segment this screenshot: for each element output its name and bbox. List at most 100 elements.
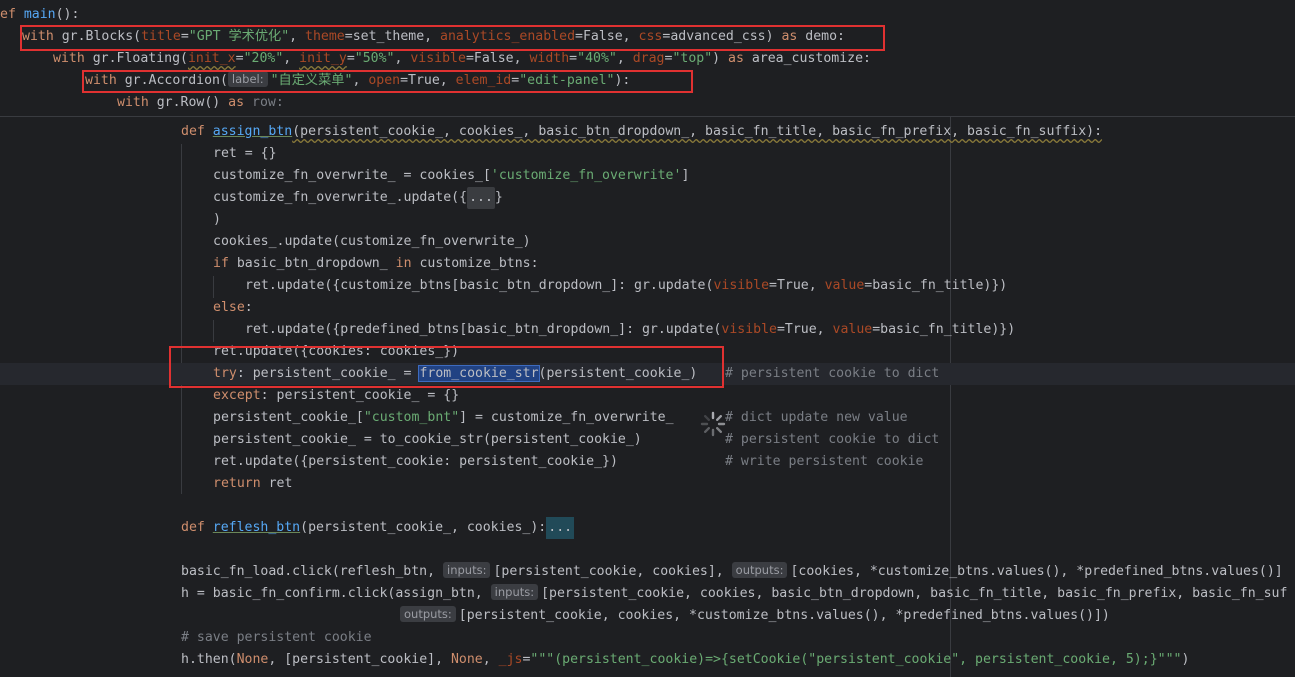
code-line[interactable]: persistent_cookie_ = to_cookie_str(persi…: [213, 429, 1295, 451]
string-literal: "20%": [243, 51, 284, 66]
param-name: visible: [713, 278, 770, 293]
code-line-main[interactable]: ef main():: [0, 4, 1295, 26]
highlight-box-accordion: [82, 70, 693, 93]
code-line[interactable]: ): [213, 209, 1295, 231]
param-name: width: [529, 51, 570, 66]
code-line-comment[interactable]: # save persistent cookie: [181, 627, 1295, 649]
param-name: init_y: [299, 51, 347, 66]
code-text: basic_btn_dropdown_: [228, 256, 396, 271]
code-text: ret = {}: [213, 146, 277, 161]
code-text: [cookies, *customize_btns.values(), *pre…: [790, 564, 1283, 579]
code-text: =True,: [769, 278, 825, 293]
keyword: as: [728, 51, 744, 66]
code-line[interactable]: if basic_btn_dropdown_ in customize_btns…: [213, 253, 1295, 275]
highlight-box-try: [169, 346, 724, 388]
code-line[interactable]: h.then(None, [persistent_cookie], None, …: [181, 649, 1295, 671]
folded-code-region[interactable]: ...: [546, 517, 575, 539]
code-line[interactable]: cookies_.update(customize_fn_overwrite_): [213, 231, 1295, 253]
code-text: ]: [681, 168, 690, 183]
code-text: ,: [394, 51, 411, 66]
code-text: =False,: [465, 51, 530, 66]
code-text: persistent_cookie_ = to_cookie_str(persi…: [213, 432, 642, 447]
code-text: ): [1181, 652, 1190, 667]
keyword: if: [213, 256, 229, 271]
code-line[interactable]: outputs: [persistent_cookie, cookies, *cu…: [400, 605, 1295, 627]
folded-code-region[interactable]: ...: [467, 187, 495, 209]
code-text: }: [494, 190, 503, 205]
indent-guide: [181, 144, 182, 494]
code-text: ,: [482, 652, 499, 667]
code-line-def-assign[interactable]: def assign_btn(persistent_cookie_, cooki…: [181, 121, 1295, 143]
parameter-hint: outputs:: [400, 606, 456, 622]
code-text: [persistent_cookie, cookies, *customize_…: [458, 608, 1110, 623]
code-line[interactable]: ret.update({persistent_cookie: persisten…: [213, 451, 1295, 473]
keyword: with: [117, 95, 149, 110]
param-name: _js: [498, 652, 523, 667]
code-line[interactable]: ret.update({customize_btns[basic_btn_dro…: [245, 275, 1295, 297]
code-text: :: [244, 300, 253, 315]
code-line-row[interactable]: with gr.Row() as row:: [117, 92, 1295, 114]
param-name: visible: [721, 322, 777, 337]
keyword: except: [213, 388, 261, 403]
code-text: =: [346, 51, 355, 66]
code-line-floating[interactable]: with gr.Floating(init_x="20%", init_y="5…: [53, 48, 1295, 70]
code-line[interactable]: h = basic_fn_confirm.click(assign_btn, i…: [181, 583, 1295, 605]
code-text: =True,: [776, 322, 833, 337]
code-text: persistent_cookie_[: [213, 410, 364, 425]
code-text: ():: [55, 7, 80, 22]
code-text: =basic_fn_title)}): [864, 278, 1008, 293]
param-name: drag: [632, 51, 665, 66]
code-text: =: [569, 51, 578, 66]
code-text: =: [235, 51, 244, 66]
code-text: (persistent_cookie_, cookies_):: [300, 520, 547, 535]
inline-comment: # write persistent cookie: [725, 454, 924, 469]
code-text: customize_btns:: [411, 256, 539, 271]
parameter-hint: outputs:: [731, 562, 788, 578]
code-text: (persistent_cookie_, cookies_, basic_btn…: [292, 124, 1103, 139]
code-text: basic_fn_load.click(reflesh_btn,: [181, 564, 444, 579]
code-line[interactable]: return ret: [213, 473, 1295, 495]
inline-comment: # persistent cookie to dict: [725, 366, 940, 381]
code-line[interactable]: basic_fn_load.click(reflesh_btn, inputs:…: [181, 561, 1295, 583]
parameter-hint: inputs:: [443, 562, 491, 578]
indent-guide: [213, 320, 214, 342]
code-line[interactable]: customize_fn_overwrite_ = cookies_['cust…: [213, 165, 1295, 187]
keyword: in: [395, 256, 412, 271]
string-literal: """(persistent_cookie)=>{setCookie("pers…: [530, 652, 1182, 667]
function-name[interactable]: assign_btn: [213, 124, 292, 139]
string-literal: 'customize_fn_overwrite': [490, 168, 682, 183]
highlight-box-blocks: [20, 25, 885, 51]
code-line[interactable]: customize_fn_overwrite_.update({...}: [213, 187, 1295, 209]
code-line[interactable]: ret.update({predefined_btns[basic_btn_dr…: [245, 319, 1295, 341]
code-line[interactable]: persistent_cookie_["custom_bnt"] = custo…: [213, 407, 1295, 429]
param-name: init_x: [187, 51, 236, 66]
keyword: with: [53, 51, 85, 66]
code-text: ,: [283, 51, 300, 66]
code-line[interactable]: else:: [213, 297, 1295, 319]
code-text: gr.Row(): [148, 95, 229, 110]
inline-comment: # persistent cookie to dict: [725, 432, 940, 447]
function-name[interactable]: main: [24, 7, 56, 22]
keyword: def: [181, 520, 205, 535]
code-text: [persistent_cookie, cookies],: [493, 564, 732, 579]
code-text: =basic_fn_title)}): [872, 322, 1016, 337]
keyword: def: [181, 124, 205, 139]
code-text: gr.Floating(: [84, 51, 188, 66]
keyword: as: [228, 95, 245, 110]
code-text: ,: [616, 51, 633, 66]
code-text: h.then(: [181, 652, 237, 667]
keyword: else: [213, 300, 245, 315]
code-text: cookies_.update(customize_fn_overwrite_): [213, 234, 531, 249]
code-text: ): [712, 51, 729, 66]
parameter-hint: inputs:: [490, 584, 539, 600]
code-line[interactable]: except: persistent_cookie_ = {}: [213, 385, 1295, 407]
string-literal: "custom_bnt": [363, 410, 460, 425]
code-editor[interactable]: ef main(): with gr.Blocks(title="GPT 学术优…: [0, 0, 1295, 677]
function-name[interactable]: reflesh_btn: [213, 520, 300, 535]
code-line[interactable]: ret = {}: [213, 143, 1295, 165]
string-literal: "top": [672, 51, 713, 66]
code-text: row:: [244, 95, 284, 110]
code-line-def-reflesh[interactable]: def reflesh_btn(persistent_cookie_, cook…: [181, 517, 1295, 539]
code-text: [persistent_cookie, cookies, basic_btn_d…: [541, 586, 1288, 601]
sticky-scope-header: ef main(): with gr.Blocks(title="GPT 学术优…: [0, 0, 1295, 117]
